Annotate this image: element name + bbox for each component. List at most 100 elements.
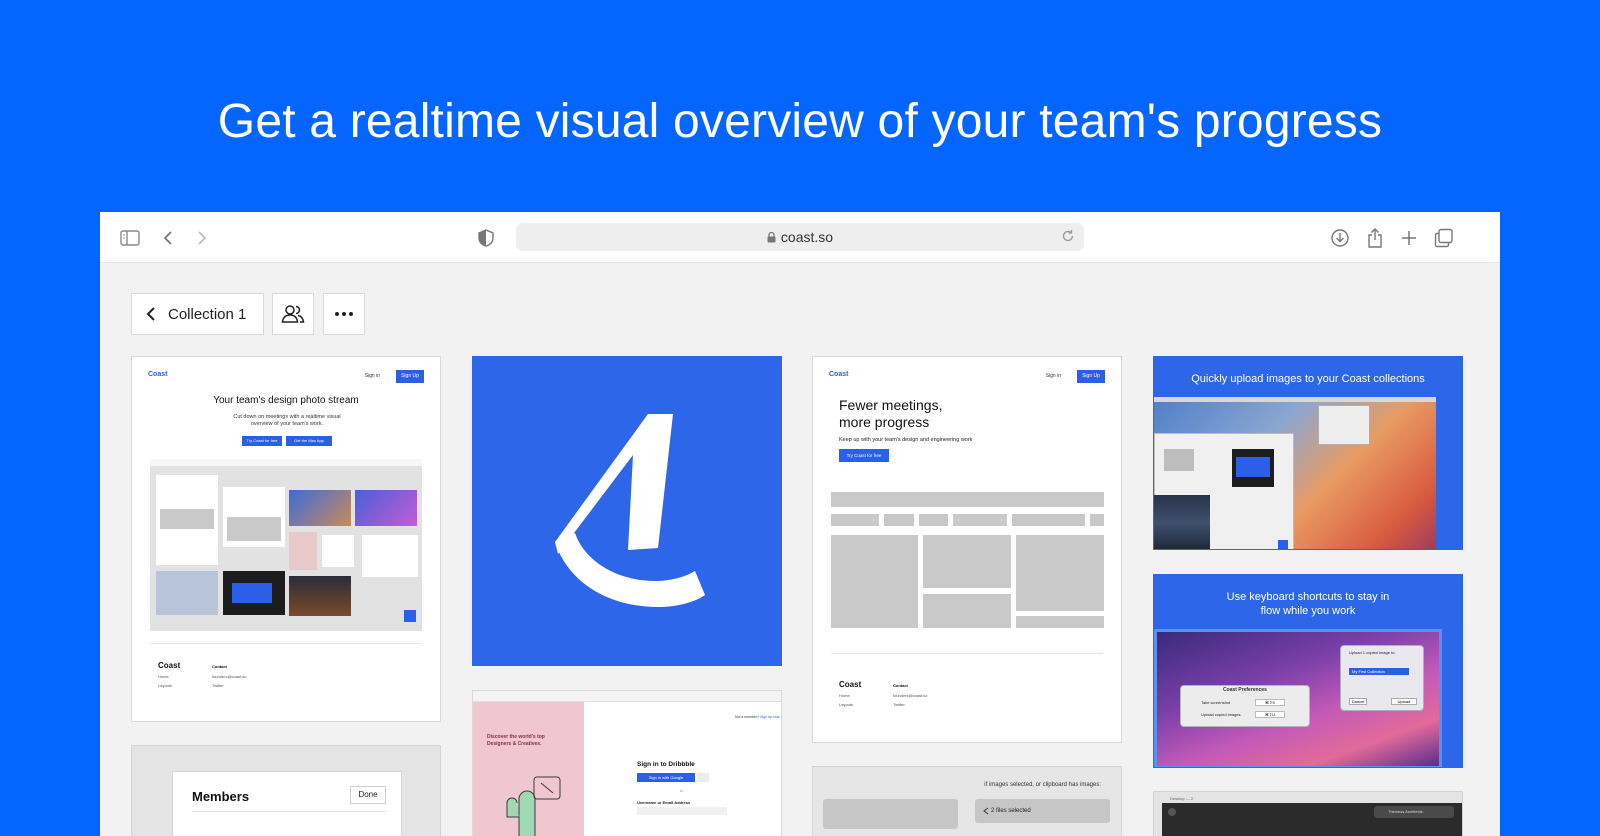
lock-icon bbox=[767, 230, 776, 246]
card5-popup-item: My First Collection bbox=[1349, 668, 1409, 675]
card1-cta: Try Coast for free bbox=[242, 436, 282, 446]
skeleton bbox=[831, 535, 918, 628]
card4-thumb-blue bbox=[1236, 457, 1270, 477]
card-quick-upload[interactable]: Quickly upload images to your Coast coll… bbox=[1153, 356, 1463, 550]
sidebar-icon[interactable] bbox=[118, 226, 142, 250]
card4-thumb bbox=[1164, 449, 1194, 471]
thumb bbox=[322, 535, 354, 567]
skeleton bbox=[1090, 514, 1104, 526]
privacy-icon[interactable] bbox=[474, 226, 498, 250]
card1-footer-brand: Coast bbox=[158, 661, 181, 670]
collection-back-button[interactable]: Collection 1 bbox=[131, 293, 264, 335]
share-icon[interactable] bbox=[1363, 226, 1387, 250]
mini-logo: Coast bbox=[148, 371, 168, 378]
mini-signin: Sign in bbox=[364, 373, 380, 379]
reload-icon[interactable] bbox=[1061, 229, 1075, 248]
coast-logo-icon bbox=[555, 414, 705, 607]
card7-field bbox=[637, 807, 727, 815]
card1-footer-social: Twitter bbox=[212, 683, 224, 688]
card3-footer-link: Layouts bbox=[839, 702, 854, 707]
tabs-icon[interactable] bbox=[1432, 226, 1456, 250]
card-dribbble-signin[interactable]: Discover the world's top Designers & Cre… bbox=[472, 690, 782, 836]
members-button[interactable] bbox=[272, 293, 314, 335]
card7-tagline: Discover the world's top Designers & Cre… bbox=[487, 734, 545, 747]
card3-footer-brand: Coast bbox=[839, 680, 862, 689]
card4-menu bbox=[1318, 405, 1370, 445]
thumb-block bbox=[160, 509, 214, 529]
card-desktop[interactable]: Desktop — 2 Thinness Architects bbox=[1153, 791, 1463, 836]
collection-view: Collection 1 Coast Sign in Sign Up Your … bbox=[100, 263, 1500, 836]
card3-footer-link: Home bbox=[839, 693, 850, 698]
forward-icon[interactable] bbox=[190, 226, 214, 250]
card-coast-logo[interactable] bbox=[472, 356, 782, 666]
card4-thumb-photo bbox=[1154, 495, 1210, 549]
card1-footer-email: founders@coast.so bbox=[212, 674, 247, 679]
card8-left-panel bbox=[823, 799, 958, 829]
card4-title: Quickly upload images to your Coast coll… bbox=[1191, 373, 1425, 385]
mini-signin: Sign in bbox=[1045, 373, 1061, 379]
collection-title: Collection 1 bbox=[168, 305, 247, 323]
card5-title-line: flow while you work bbox=[1260, 605, 1356, 617]
new-tab-icon[interactable] bbox=[1397, 226, 1421, 250]
card3-footer-email: founders@coast.so bbox=[893, 693, 928, 698]
card8-hint: if images selected, or clipboard has ima… bbox=[984, 782, 1101, 788]
mini-signup: Sign Up bbox=[1077, 370, 1105, 383]
card1-upload-button bbox=[404, 610, 416, 622]
card9-close-icon bbox=[1168, 808, 1176, 816]
cactus-illustration-icon bbox=[506, 776, 561, 836]
skeleton bbox=[831, 514, 879, 526]
download-icon[interactable] bbox=[1328, 226, 1352, 250]
card7-twitter-button bbox=[697, 773, 709, 782]
divider bbox=[831, 653, 1103, 654]
back-icon[interactable] bbox=[156, 226, 180, 250]
card-landing-page[interactable]: Coast Sign in Sign Up Your team's design… bbox=[131, 356, 441, 722]
card3-title-line: Fewer meetings, bbox=[839, 397, 943, 413]
card7-or: or bbox=[680, 789, 684, 793]
card5-row-value: ⌘⇧U bbox=[1255, 711, 1285, 718]
card-files-selected[interactable]: if images selected, or clipboard has ima… bbox=[812, 766, 1122, 836]
card7-google-button: Sign in with Google bbox=[637, 773, 695, 782]
card3-footer-contact: Contact bbox=[893, 683, 908, 688]
card7-signup-link: Sign up now bbox=[760, 715, 780, 719]
thumb-block bbox=[227, 517, 281, 541]
card-members[interactable]: Members Done bbox=[131, 745, 441, 836]
card1-footer-contact: Contact bbox=[212, 664, 227, 669]
browser-toolbar: coast.so bbox=[100, 212, 1500, 263]
thumb-block bbox=[156, 571, 218, 615]
card8-files-chip: 2 files selected bbox=[975, 799, 1110, 823]
address-bar[interactable]: coast.so bbox=[516, 223, 1084, 251]
card5-popup-title: Upload 1 copied image to: bbox=[1349, 650, 1396, 655]
skeleton bbox=[923, 535, 1011, 588]
skeleton bbox=[953, 514, 1007, 526]
card1-mac-app: Get the Mac App bbox=[286, 436, 332, 446]
card-fewer-meetings[interactable]: Coast Sign in Sign Up Fewer meetings, mo… bbox=[812, 356, 1122, 743]
skeleton bbox=[1016, 616, 1104, 628]
card5-dialog-title: Coast Preferences bbox=[1223, 687, 1267, 693]
thumb-photo bbox=[355, 490, 417, 526]
card-keyboard-shortcuts[interactable]: Use keyboard shortcuts to stay in flow w… bbox=[1153, 574, 1463, 768]
card7-signin-title: Sign in to Dribbble bbox=[637, 761, 695, 768]
card5-row-value: ⌘⇧S bbox=[1255, 699, 1285, 706]
url-text: coast.so bbox=[516, 229, 1084, 246]
divider bbox=[150, 643, 422, 644]
card7-field-label: Username or Email Address bbox=[637, 800, 691, 805]
people-icon bbox=[281, 305, 305, 323]
thumb-blue bbox=[232, 583, 272, 603]
thumb bbox=[362, 535, 418, 577]
skeleton bbox=[1016, 535, 1104, 611]
thumb-photo bbox=[289, 490, 351, 526]
card5-row-label: Upload copied images bbox=[1201, 712, 1241, 717]
thumb-photo bbox=[289, 532, 317, 570]
card4-menubar bbox=[1154, 397, 1436, 402]
card1-footer-link: Home bbox=[158, 674, 169, 679]
card7-not-member: Not a member? Sign up now bbox=[735, 715, 779, 719]
skeleton bbox=[923, 594, 1011, 628]
card3-cta: Try Coast for free bbox=[839, 449, 889, 462]
card3-title: Fewer meetings, more progress bbox=[839, 397, 942, 431]
chevron-left-icon bbox=[146, 307, 155, 321]
skeleton bbox=[831, 492, 1104, 507]
card7-browser-bar bbox=[473, 691, 781, 702]
more-button[interactable] bbox=[323, 293, 365, 335]
card3-title-line: more progress bbox=[839, 414, 930, 430]
mini-logo: Coast bbox=[829, 371, 849, 378]
